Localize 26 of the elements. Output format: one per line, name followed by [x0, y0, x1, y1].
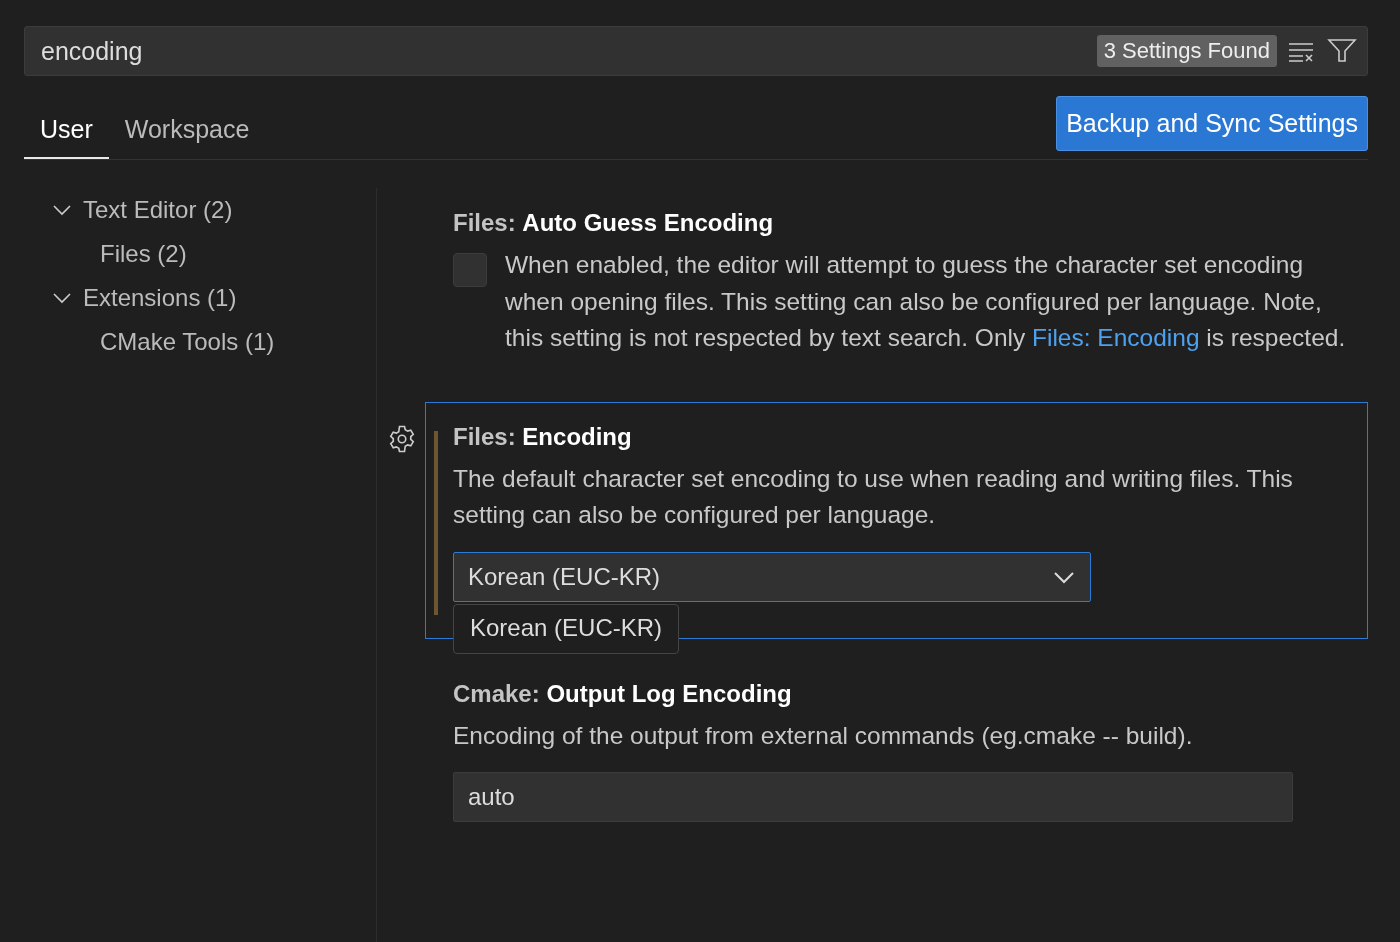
tree-item[interactable]: Text Editor (2) [24, 188, 376, 232]
tree-item-label: Text Editor (2) [83, 196, 233, 224]
tree-item-label: Extensions (1) [83, 284, 237, 312]
text-input-field[interactable]: auto [453, 772, 1293, 822]
backup-sync-button[interactable]: Backup and Sync Settings [1056, 96, 1368, 151]
setting-description: Encoding of the output from external commands (eg.cmake -- build). [453, 720, 1194, 751]
search-field[interactable]: encoding 3 Settings Found [24, 26, 1368, 76]
results-count-badge: 3 Settings Found [1096, 35, 1277, 67]
setting-link[interactable]: Files: Encoding [1032, 324, 1200, 351]
settings-tab[interactable]: Workspace [108, 101, 266, 159]
tree-item[interactable]: Files (2) [100, 240, 187, 268]
setting-title: Files: Encoding [453, 422, 633, 451]
setting-title: Files: Auto Guess Encoding [453, 209, 775, 237]
tree-item[interactable]: Extensions (1) [24, 276, 376, 320]
setting-description: The default character set encoding to use when reading and writing files. This setting can also be configured per language. [453, 463, 1294, 530]
encoding-dropdown[interactable]: Korean (EUC-KR) [453, 551, 1091, 602]
search-input[interactable]: encoding [39, 35, 1087, 67]
settings-gear-icon[interactable] [387, 423, 417, 454]
filter-icon[interactable] [1327, 38, 1357, 64]
dropdown-option[interactable]: Korean (EUC-KR) [454, 604, 679, 653]
settings-tab[interactable]: User [24, 101, 109, 159]
checkbox[interactable] [453, 253, 487, 287]
dropdown-value: Korean (EUC-KR) [468, 562, 661, 591]
setting-description: When enabled, the editor will attempt to guess the character set encoding when opening files. This setting can also be configured per language. Note, this setting is not respected by text search. Only Files: Encoding is respected. [505, 250, 1347, 353]
setting-title: Cmake: Output Log Encoding [453, 679, 793, 708]
tree-item[interactable]: CMake Tools (1) [100, 328, 275, 356]
